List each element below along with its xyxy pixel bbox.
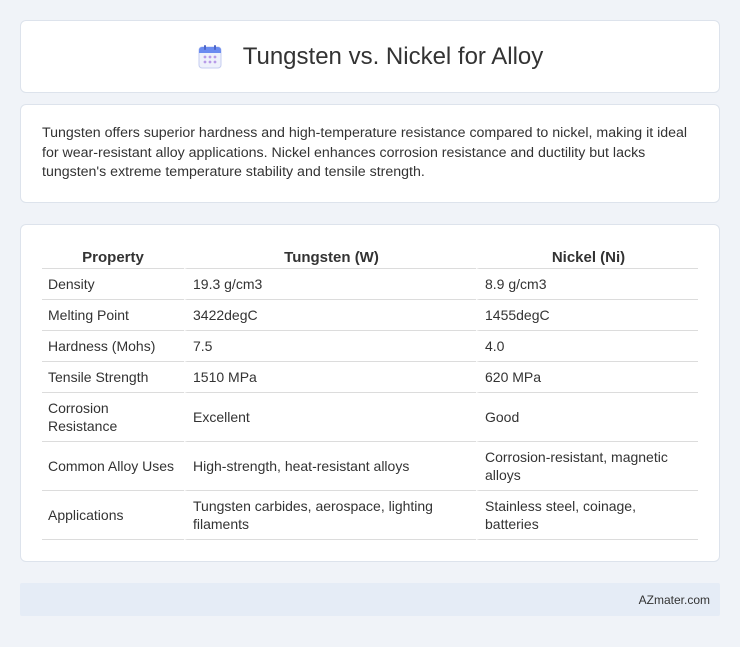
header-nickel: Nickel (Ni) [476, 243, 698, 269]
row-property-applications: Applications [42, 491, 184, 540]
row-property-corrosion-resistance: Corrosion Resistance [42, 393, 184, 442]
row-nickel-melting-point: 1455degC [476, 300, 698, 331]
row-tungsten-tensile-strength: 1510 MPa [184, 362, 476, 393]
footer: AZmater.com [20, 583, 720, 616]
row-property-common-alloy-uses: Common Alloy Uses [42, 442, 184, 491]
row-nickel-applications: Stainless steel, coinage, batteries [476, 491, 698, 540]
header-tungsten: Tungsten (W) [184, 243, 476, 269]
row-tungsten-density: 19.3 g/cm3 [184, 269, 476, 300]
title-card: Tungsten vs. Nickel for Alloy [20, 20, 720, 93]
row-nickel-hardness: 4.0 [476, 331, 698, 362]
footer-source-link[interactable]: AZmater.com [639, 593, 710, 607]
row-nickel-density: 8.9 g/cm3 [476, 269, 698, 300]
row-tungsten-melting-point: 3422degC [184, 300, 476, 331]
row-tungsten-applications: Tungsten carbides, aerospace, lighting f… [184, 491, 476, 540]
table-row: Applications Tungsten carbides, aerospac… [42, 491, 698, 540]
table-row: Density 19.3 g/cm3 8.9 g/cm3 [42, 269, 698, 300]
row-property-hardness: Hardness (Mohs) [42, 331, 184, 362]
title-wrap: Tungsten vs. Nickel for Alloy [197, 42, 544, 71]
header-property: Property [42, 243, 184, 269]
row-tungsten-corrosion-resistance: Excellent [184, 393, 476, 442]
table-row: Tensile Strength 1510 MPa 620 MPa [42, 362, 698, 393]
row-tungsten-hardness: 7.5 [184, 331, 476, 362]
summary-card: Tungsten offers superior hardness and hi… [20, 104, 720, 203]
row-nickel-tensile-strength: 620 MPa [476, 362, 698, 393]
row-nickel-common-alloy-uses: Corrosion-resistant, magnetic alloys [476, 442, 698, 491]
row-nickel-corrosion-resistance: Good [476, 393, 698, 442]
table-row: Hardness (Mohs) 7.5 4.0 [42, 331, 698, 362]
row-tungsten-common-alloy-uses: High-strength, heat-resistant alloys [184, 442, 476, 491]
table-row: Melting Point 3422degC 1455degC [42, 300, 698, 331]
table-header-row: Property Tungsten (W) Nickel (Ni) [42, 243, 698, 269]
summary-text: Tungsten offers superior hardness and hi… [42, 125, 688, 180]
calendar-icon [198, 44, 222, 68]
page-title: Tungsten vs. Nickel for Alloy [242, 42, 544, 70]
comparison-table: Property Tungsten (W) Nickel (Ni) Densit… [42, 243, 698, 540]
row-property-melting-point: Melting Point [42, 300, 184, 331]
table-row: Common Alloy Uses High-strength, heat-re… [42, 442, 698, 491]
row-property-density: Density [42, 269, 184, 300]
comparison-table-card: Property Tungsten (W) Nickel (Ni) Densit… [20, 224, 720, 562]
row-property-tensile-strength: Tensile Strength [42, 362, 184, 393]
table-row: Corrosion Resistance Excellent Good [42, 393, 698, 442]
